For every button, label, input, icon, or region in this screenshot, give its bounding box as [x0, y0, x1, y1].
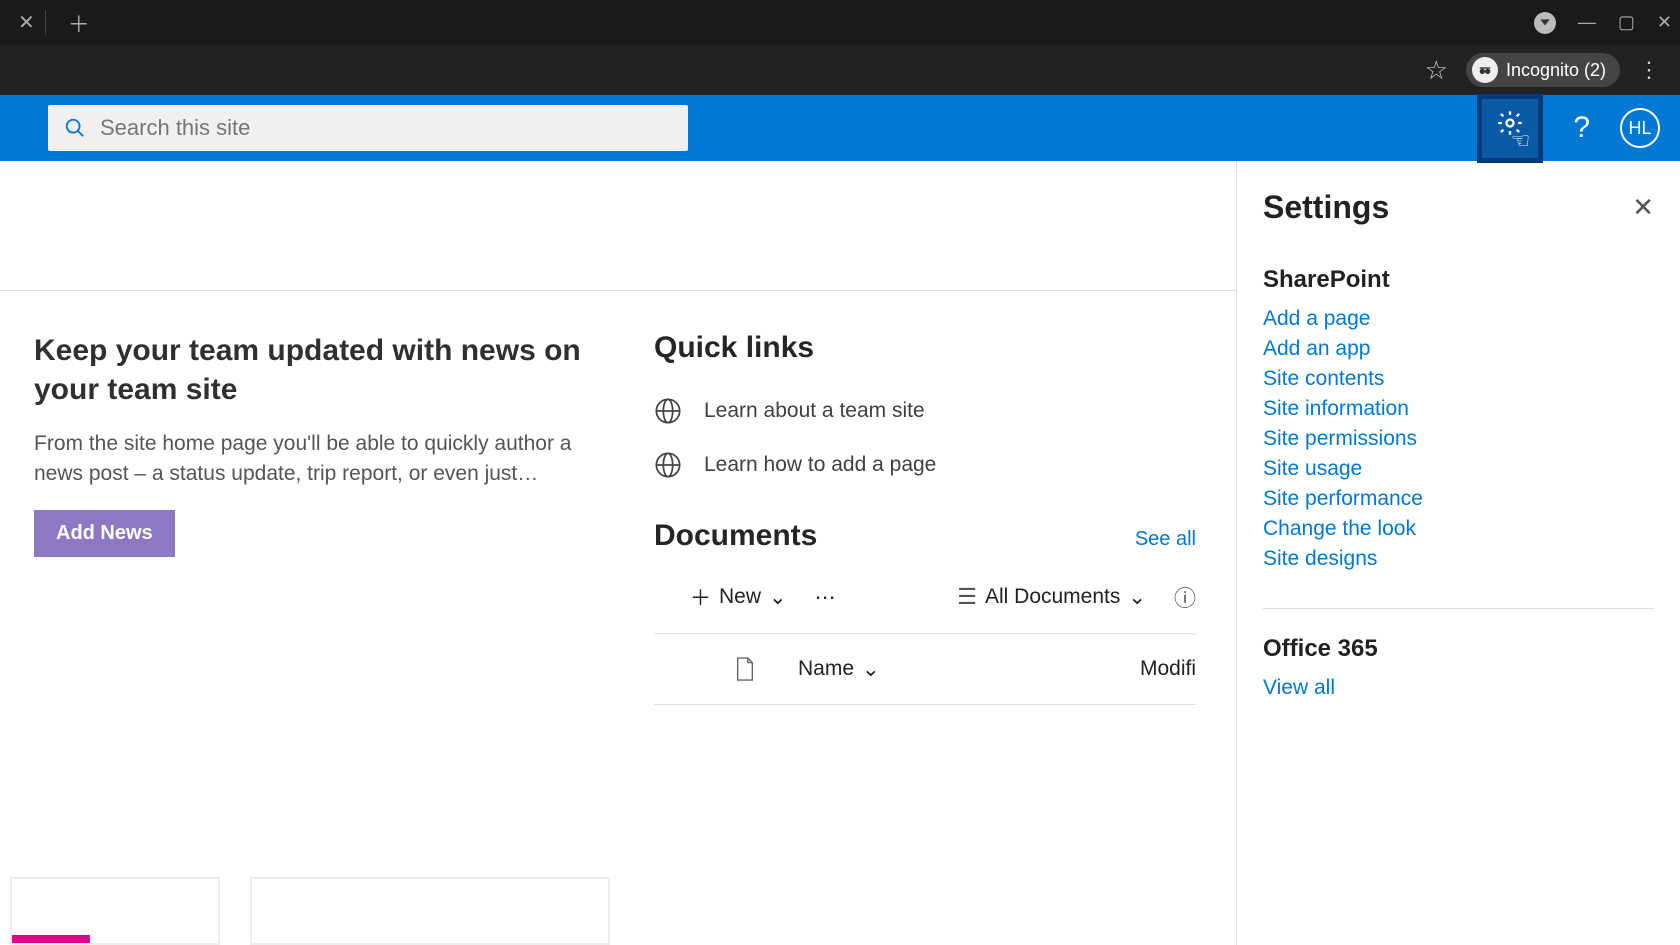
bookmark-star-icon[interactable]: ☆ [1425, 55, 1448, 86]
new-button[interactable]: ＋ New ⌄ [690, 582, 787, 612]
browser-toolbar: ☆ Incognito (2) ⋮ [0, 45, 1680, 95]
settings-link[interactable]: Site usage [1263, 454, 1654, 484]
view-selector[interactable]: ☰ All Documents ⌄ [957, 584, 1146, 610]
search-box[interactable] [48, 105, 688, 151]
settings-panel: Settings ✕ SharePoint Add a page Add an … [1236, 161, 1680, 945]
window-controls: ― ▢ ✕ [1534, 12, 1672, 34]
plus-icon: ＋ [690, 582, 711, 612]
quick-link-item[interactable]: Learn about a team site [654, 397, 1196, 425]
minimize-icon[interactable]: ― [1578, 12, 1596, 33]
card-tile[interactable] [250, 877, 610, 945]
column-modified[interactable]: Modifi [1140, 657, 1196, 681]
tab-close-icon[interactable]: ✕ [8, 10, 46, 35]
settings-link[interactable]: Site permissions [1263, 424, 1654, 454]
globe-icon [654, 397, 682, 425]
settings-link[interactable]: Add a page [1263, 304, 1654, 334]
chevron-down-icon: ⌄ [769, 585, 787, 610]
documents-title: Documents [654, 519, 817, 553]
user-avatar[interactable]: HL [1620, 108, 1660, 148]
settings-link[interactable]: Site information [1263, 394, 1654, 424]
new-tab-button[interactable]: ＋ [58, 7, 100, 39]
settings-header: Settings ✕ [1263, 189, 1654, 226]
cursor-icon: ☜ [1511, 128, 1531, 154]
office365-heading: Office 365 [1263, 635, 1654, 663]
quick-link-label: Learn how to add a page [704, 453, 936, 477]
info-button[interactable]: ⓘ [1174, 581, 1196, 613]
browser-menu-icon[interactable]: ⋮ [1638, 57, 1660, 83]
help-button[interactable]: ? [1563, 111, 1600, 145]
settings-link[interactable]: Site contents [1263, 364, 1654, 394]
divider [1263, 608, 1654, 609]
incognito-badge[interactable]: Incognito (2) [1466, 53, 1620, 87]
column-name[interactable]: Name ⌄ [798, 657, 1098, 682]
suite-bar: ☜ ? HL [0, 95, 1680, 161]
documents-header: Documents See all [654, 519, 1196, 553]
incognito-label: Incognito (2) [1506, 60, 1606, 81]
settings-title: Settings [1263, 189, 1389, 226]
profile-indicator-icon[interactable] [1534, 12, 1556, 34]
globe-icon [654, 451, 682, 479]
quick-link-label: Learn about a team site [704, 399, 925, 423]
close-window-icon[interactable]: ✕ [1657, 12, 1672, 33]
chevron-down-icon: ⌄ [862, 657, 880, 682]
close-panel-button[interactable]: ✕ [1632, 192, 1654, 223]
ellipsis-icon: ⋯ [815, 585, 836, 610]
browser-tab-bar: ✕ ＋ ― ▢ ✕ [0, 0, 1680, 45]
right-column: Quick links Learn about a team site Lear… [654, 331, 1196, 705]
sharepoint-heading: SharePoint [1263, 266, 1654, 294]
settings-link[interactable]: Add an app [1263, 334, 1654, 364]
search-input[interactable] [100, 115, 672, 141]
news-title: Keep your team updated with news on your… [34, 331, 594, 409]
new-label: New [719, 585, 761, 609]
main-area: Keep your team updated with news on your… [0, 161, 1680, 945]
bottom-card-row [0, 877, 620, 945]
documents-toolbar: ＋ New ⌄ ⋯ ☰ All Documents ⌄ ⓘ [654, 573, 1196, 634]
card-tile[interactable] [10, 877, 220, 945]
see-all-link[interactable]: See all [1135, 528, 1196, 551]
info-icon: ⓘ [1174, 581, 1196, 613]
incognito-icon [1472, 57, 1498, 83]
settings-link[interactable]: Site designs [1263, 544, 1654, 574]
file-icon [734, 656, 756, 682]
tab-area: ✕ ＋ [8, 7, 100, 39]
page-content: Keep your team updated with news on your… [0, 161, 1236, 945]
maximize-icon[interactable]: ▢ [1618, 12, 1635, 33]
more-actions-button[interactable]: ⋯ [815, 585, 836, 610]
add-news-button[interactable]: Add News [34, 510, 175, 557]
quick-link-item[interactable]: Learn how to add a page [654, 451, 1196, 479]
documents-column-headers: Name ⌄ Modifi [654, 634, 1196, 705]
settings-link[interactable]: Change the look [1263, 514, 1654, 544]
settings-link[interactable]: View all [1263, 673, 1654, 703]
header-space [0, 161, 1236, 291]
quick-links-title: Quick links [654, 331, 1196, 365]
news-description: From the site home page you'll be able t… [34, 429, 594, 490]
chevron-down-icon: ⌄ [1128, 585, 1146, 610]
settings-link[interactable]: Site performance [1263, 484, 1654, 514]
list-icon: ☰ [957, 584, 977, 610]
settings-gear-button[interactable]: ☜ [1477, 94, 1543, 163]
search-icon [64, 117, 86, 139]
news-section: Keep your team updated with news on your… [34, 331, 594, 705]
view-label: All Documents [985, 585, 1120, 609]
